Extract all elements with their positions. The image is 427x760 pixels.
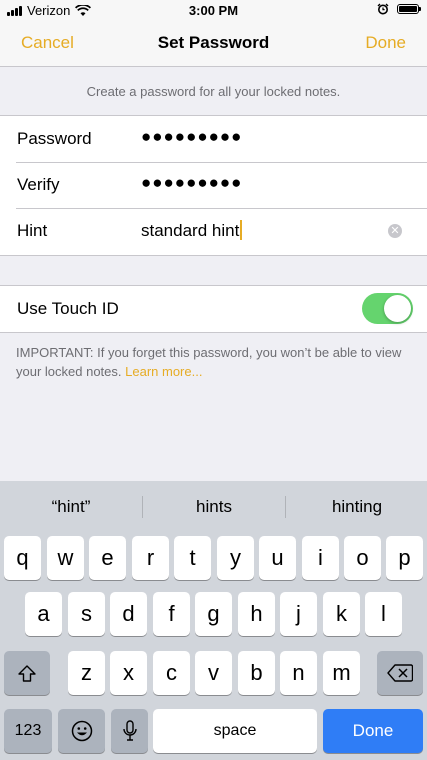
key-q[interactable]: q: [4, 536, 41, 580]
key-h[interactable]: h: [238, 592, 275, 636]
emoji-icon: [71, 720, 92, 742]
key-d[interactable]: d: [110, 592, 147, 636]
hint-field[interactable]: standard hint: [141, 220, 243, 241]
password-field[interactable]: ●●●●●●●●●: [141, 127, 242, 147]
keyboard-done-key[interactable]: Done: [323, 709, 423, 753]
key-l[interactable]: l: [365, 592, 402, 636]
touch-id-label: Use Touch ID: [17, 299, 119, 318]
learn-more-link[interactable]: Learn more...: [125, 364, 202, 379]
key-e[interactable]: e: [89, 536, 126, 580]
key-m[interactable]: m: [323, 651, 360, 695]
key-k[interactable]: k: [323, 592, 360, 636]
battery-icon: [397, 4, 421, 14]
alarm-icon: [377, 3, 389, 15]
key-a[interactable]: a: [25, 592, 62, 636]
verify-row[interactable]: Verify ●●●●●●●●●: [0, 162, 427, 208]
touch-id-toggle[interactable]: [362, 293, 413, 324]
shift-key[interactable]: [4, 651, 50, 695]
delete-key[interactable]: [377, 651, 423, 695]
numbers-key[interactable]: 123: [4, 709, 52, 753]
important-note: IMPORTANT: If you forget this password, …: [16, 343, 411, 381]
key-b[interactable]: b: [238, 651, 275, 695]
verify-field[interactable]: ●●●●●●●●●: [141, 173, 242, 193]
touch-id-row: Use Touch ID: [0, 286, 427, 332]
shift-icon: [18, 664, 36, 682]
key-n[interactable]: n: [280, 651, 317, 695]
password-form: Password ●●●●●●●●● Verify ●●●●●●●●● Hint…: [0, 115, 427, 256]
hint-value: standard hint: [141, 221, 240, 240]
toggle-knob: [384, 295, 411, 322]
hint-row[interactable]: Hint standard hint ✕: [0, 208, 427, 254]
suggestion-quoted[interactable]: “hint”: [0, 481, 142, 533]
dictation-key[interactable]: [111, 709, 148, 753]
suggestion-bar: “hint” hints hinting: [0, 481, 427, 533]
section-header: Create a password for all your locked no…: [86, 83, 341, 99]
suggestion-hints[interactable]: hints: [143, 481, 285, 533]
key-o[interactable]: o: [344, 536, 381, 580]
verify-label: Verify: [17, 175, 60, 194]
emoji-key[interactable]: [58, 709, 105, 753]
key-c[interactable]: c: [153, 651, 190, 695]
status-right: [377, 3, 421, 15]
suggestion-hinting[interactable]: hinting: [286, 481, 427, 533]
navigation-bar: Cancel Set Password Done: [0, 22, 427, 67]
key-z[interactable]: z: [68, 651, 105, 695]
space-key[interactable]: space: [153, 709, 317, 753]
key-f[interactable]: f: [153, 592, 190, 636]
page-title: Set Password: [157, 33, 270, 52]
text-cursor: [240, 220, 243, 240]
key-s[interactable]: s: [68, 592, 105, 636]
keyboard: “hint” hints hinting q w e r t y u i o p…: [0, 481, 427, 760]
done-button[interactable]: Done: [365, 33, 406, 53]
key-x[interactable]: x: [110, 651, 147, 695]
backspace-icon: [387, 664, 413, 682]
key-i[interactable]: i: [302, 536, 339, 580]
status-bar: Verizon 3:00 PM: [0, 0, 427, 22]
key-p[interactable]: p: [386, 536, 423, 580]
touch-id-group: Use Touch ID: [0, 285, 427, 333]
microphone-icon: [122, 720, 137, 741]
clear-icon[interactable]: ✕: [388, 224, 402, 238]
key-v[interactable]: v: [195, 651, 232, 695]
key-g[interactable]: g: [195, 592, 232, 636]
password-row[interactable]: Password ●●●●●●●●●: [0, 116, 427, 162]
hint-label: Hint: [17, 221, 48, 240]
important-note-text: IMPORTANT: If you forget this password, …: [16, 345, 402, 379]
password-label: Password: [17, 129, 92, 148]
key-t[interactable]: t: [174, 536, 211, 580]
key-w[interactable]: w: [47, 536, 84, 580]
key-j[interactable]: j: [280, 592, 317, 636]
key-u[interactable]: u: [259, 536, 296, 580]
status-time: 3:00 PM: [188, 3, 239, 18]
key-r[interactable]: r: [132, 536, 169, 580]
key-y[interactable]: y: [217, 536, 254, 580]
